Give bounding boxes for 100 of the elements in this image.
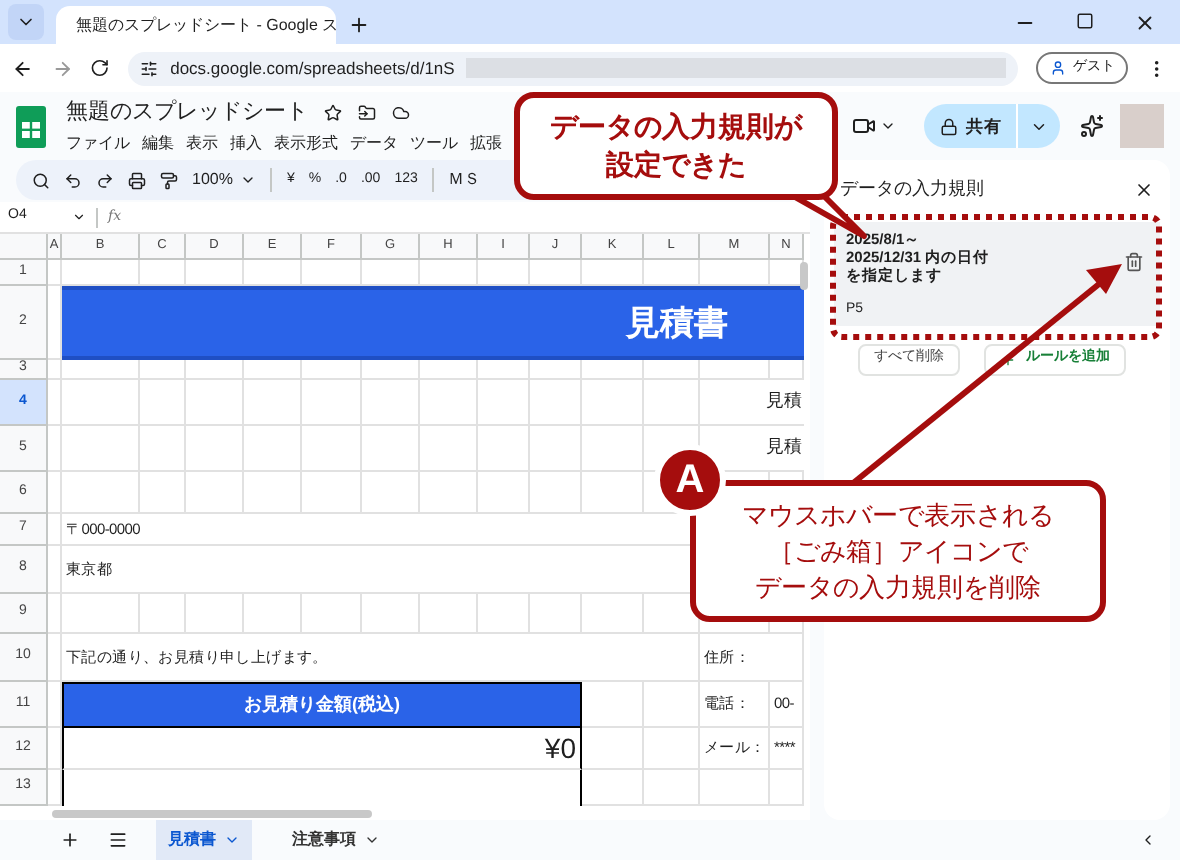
back-icon[interactable] [12, 57, 34, 79]
collapse-icon[interactable] [1140, 832, 1156, 848]
table-cell [244, 426, 302, 472]
table-cell [186, 360, 244, 380]
table-cell [582, 426, 644, 472]
menu-item[interactable]: 編集 [142, 131, 174, 156]
caret-icon[interactable] [72, 210, 86, 224]
font-select[interactable]: ＭＳ [447, 168, 480, 192]
zoom-select[interactable]: 100% [192, 168, 257, 192]
sheets-logo [16, 105, 46, 147]
print-icon[interactable] [128, 171, 146, 189]
undo-icon[interactable] [64, 171, 82, 189]
table-cell [478, 472, 530, 514]
url-text: docs.google.com/spreadsheets/d/1nS [170, 55, 455, 81]
close-icon[interactable] [1134, 179, 1154, 200]
table-cell [302, 472, 362, 514]
sheet-list-icon[interactable] [108, 830, 128, 850]
person-icon [1050, 60, 1067, 76]
table-cell [302, 426, 362, 472]
menu-item[interactable]: ファイル [66, 131, 130, 156]
sparkle-icon[interactable] [1080, 114, 1104, 138]
caret-icon [224, 832, 240, 848]
new-tab-icon[interactable] [348, 14, 370, 36]
menu-item[interactable]: データ [350, 131, 398, 156]
table-cell [186, 472, 244, 514]
table-cell [770, 770, 804, 806]
table-cell [140, 594, 186, 634]
table-cell [62, 594, 140, 634]
table-cell [478, 426, 530, 472]
amount-header-cell: お見積り金額(税込) [62, 682, 582, 728]
trash-icon[interactable] [1124, 251, 1144, 271]
redo-icon[interactable] [96, 171, 114, 189]
table-cell [140, 426, 186, 472]
table-cell [62, 426, 140, 472]
table-cell [62, 472, 140, 514]
menu-item[interactable]: 拡張 [470, 131, 502, 156]
scrollbar[interactable] [52, 810, 372, 818]
caret-icon[interactable] [880, 118, 896, 134]
table-cell [582, 594, 644, 634]
panel-title: データの入力規則 [840, 176, 984, 202]
cloud-icon[interactable] [392, 104, 410, 122]
scrollbar[interactable] [800, 262, 808, 290]
table-cell [530, 426, 582, 472]
table-cell [530, 472, 582, 514]
paint-format-icon[interactable] [160, 171, 178, 189]
table-cell [186, 594, 244, 634]
table-cell [244, 380, 302, 426]
close-icon[interactable] [1134, 12, 1156, 34]
table-cell [186, 380, 244, 426]
table-cell [700, 360, 770, 380]
table-cell [140, 380, 186, 426]
caret-icon [364, 832, 380, 848]
table-cell [478, 360, 530, 380]
table-cell: 見積 [700, 380, 804, 426]
table-cell [362, 426, 420, 472]
table-cell [302, 380, 362, 426]
table-cell [644, 360, 700, 380]
sheet-tab[interactable]: 見積書 [156, 820, 252, 860]
table-cell [582, 770, 644, 806]
menu-item[interactable]: 表示形式 [274, 131, 338, 156]
folder-icon[interactable] [358, 104, 376, 122]
table-cell [186, 426, 244, 472]
table-cell [530, 594, 582, 634]
address-field[interactable]: docs.google.com/spreadsheets/d/1nS [128, 51, 1019, 85]
site-settings-icon[interactable] [140, 59, 159, 77]
table-cell [62, 380, 140, 426]
add-sheet-icon[interactable] [60, 830, 80, 850]
table-cell [362, 472, 420, 514]
star-icon[interactable] [324, 104, 342, 122]
table-cell [644, 380, 700, 426]
table-cell [302, 360, 362, 380]
search-icon[interactable] [32, 171, 50, 189]
table-cell [362, 360, 420, 380]
amount-cell: ¥0 [62, 728, 582, 770]
table-cell [244, 472, 302, 514]
table-cell [244, 594, 302, 634]
title-banner: 見積書 [62, 286, 804, 360]
browser-tab[interactable]: 無題のスプレッドシート - Google ス [56, 6, 336, 44]
sheet-tab[interactable]: 注意事項 [280, 820, 392, 860]
video-icon[interactable] [852, 114, 876, 138]
maximize-icon[interactable] [1076, 12, 1094, 30]
forward-icon[interactable] [51, 57, 73, 79]
table-cell [420, 472, 478, 514]
table-cell [140, 360, 186, 380]
table-cell [420, 426, 478, 472]
menu-item[interactable]: ツール [410, 131, 458, 156]
table-cell [244, 360, 302, 380]
table-cell [62, 360, 140, 380]
table-cell [700, 770, 770, 806]
table-cell [644, 770, 700, 806]
table-cell [420, 594, 478, 634]
table-cell [140, 472, 186, 514]
table-cell [302, 594, 362, 634]
menu-item[interactable]: 表示 [186, 131, 218, 156]
table-cell [478, 594, 530, 634]
reload-icon[interactable] [90, 58, 111, 78]
table-cell [530, 380, 582, 426]
document-title[interactable]: 無題のスプレッドシート [66, 96, 308, 130]
menu-item[interactable]: 挿入 [230, 131, 262, 156]
tab-title: 無題のスプレッドシート - Google ス [76, 13, 339, 37]
